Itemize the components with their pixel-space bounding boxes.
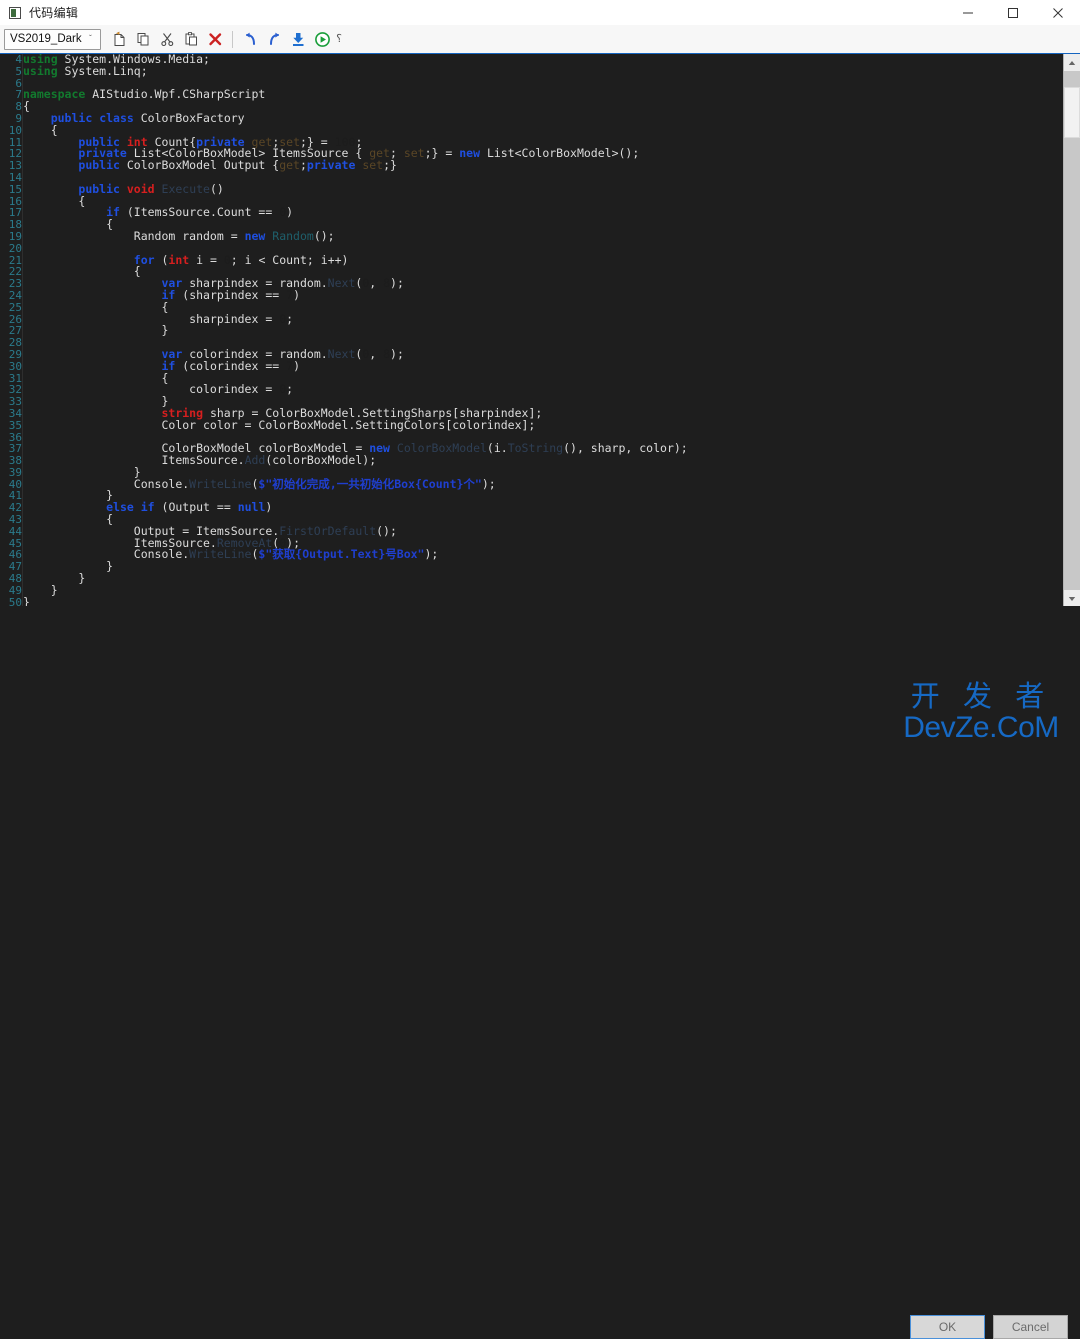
dialog-button-row: OK Cancel — [910, 1315, 1068, 1339]
editor-vertical-scrollbar[interactable] — [1063, 54, 1080, 607]
line-content[interactable]: namespace AIStudio.Wpf.CSharpScript — [23, 89, 688, 101]
code-line: 9 public class ColorBoxFactory — [0, 113, 688, 125]
line-content[interactable]: Console.WriteLine($"获取{Output.Text}号Box"… — [23, 549, 688, 561]
toolbar-separator — [232, 31, 233, 48]
code-line: 13 public ColorBoxModel Output {get;priv… — [0, 160, 688, 172]
titlebar: 代码编辑 — [0, 0, 1080, 26]
theme-select-value: VS2019_Dark — [5, 33, 83, 45]
minimize-button[interactable] — [945, 0, 990, 25]
line-number: 24 — [0, 290, 23, 302]
line-content[interactable]: else if (Output == null) — [23, 502, 688, 514]
code-line: 48 } — [0, 573, 688, 585]
close-button[interactable] — [1035, 0, 1080, 25]
line-number: 15 — [0, 184, 23, 196]
line-content[interactable]: Color color = ColorBoxModel.SettingColor… — [23, 420, 688, 432]
paste-button[interactable] — [180, 28, 202, 50]
save-button[interactable] — [287, 28, 309, 50]
code-lines: 4using System.Windows.Media;5using Syste… — [0, 54, 688, 607]
code-line: 27 } — [0, 325, 688, 337]
line-content[interactable]: using System.Linq; — [23, 66, 688, 78]
code-line: 15 public void Execute() — [0, 184, 688, 196]
code-line: 35 Color color = ColorBoxModel.SettingCo… — [0, 420, 688, 432]
cut-button[interactable] — [156, 28, 178, 50]
line-number: 14 — [0, 172, 23, 184]
window-title: 代码编辑 — [29, 4, 78, 21]
line-number: 34 — [0, 408, 23, 420]
line-number: 20 — [0, 243, 23, 255]
line-content[interactable]: public class ColorBoxFactory — [23, 113, 688, 125]
code-line: 47 } — [0, 561, 688, 573]
app-window-icon — [9, 7, 21, 19]
line-number: 19 — [0, 231, 23, 243]
new-file-button[interactable] — [108, 28, 130, 50]
copy-button[interactable] — [132, 28, 154, 50]
line-content[interactable]: public ColorBoxModel Output {get;private… — [23, 160, 688, 172]
line-number: 35 — [0, 420, 23, 432]
code-line: 5using System.Linq; — [0, 66, 688, 78]
line-content[interactable]: if (ItemsSource.Count == 0) — [23, 207, 688, 219]
chevron-down-icon: ˇ — [83, 35, 100, 43]
line-number: 10 — [0, 125, 23, 137]
line-number: 5 — [0, 66, 23, 78]
code-line: 7namespace AIStudio.Wpf.CSharpScript — [0, 89, 688, 101]
toolbar: VS2019_Dark ˇ — [0, 25, 1080, 54]
line-number: 9 — [0, 113, 23, 125]
line-number: 39 — [0, 467, 23, 479]
maximize-button[interactable] — [990, 0, 1035, 25]
code-line: 19 Random random = new Random(); — [0, 231, 688, 243]
scrollbar-thumb[interactable] — [1064, 87, 1080, 139]
line-number: 49 — [0, 585, 23, 597]
line-content[interactable]: public void Execute() — [23, 184, 688, 196]
bottom-panel: OK Cancel — [0, 606, 1080, 746]
editor-container: 4using System.Windows.Media;5using Syste… — [0, 53, 1080, 607]
undo-button[interactable] — [239, 28, 261, 50]
line-content[interactable]: } — [23, 573, 688, 585]
redo-button[interactable] — [263, 28, 285, 50]
code-line: 49 } — [0, 585, 688, 597]
ok-button[interactable]: OK — [910, 1315, 985, 1339]
line-content[interactable]: Console.WriteLine($"初始化完成,一共初始化Box{Count… — [23, 479, 688, 491]
line-number: 30 — [0, 361, 23, 373]
delete-button[interactable] — [204, 28, 226, 50]
run-button[interactable] — [311, 28, 333, 50]
toolbar-overflow-button[interactable]: ⸮ — [334, 28, 344, 50]
cancel-button[interactable]: Cancel — [993, 1315, 1068, 1339]
line-number: 44 — [0, 526, 23, 538]
line-content[interactable]: } — [23, 585, 688, 597]
code-editor[interactable]: 4using System.Windows.Media;5using Syste… — [0, 54, 1063, 607]
line-content[interactable]: } — [23, 325, 688, 337]
scroll-down-arrow-icon[interactable] — [1064, 590, 1080, 607]
theme-select[interactable]: VS2019_Dark ˇ — [4, 29, 101, 50]
line-number: 25 — [0, 302, 23, 314]
scroll-up-arrow-icon[interactable] — [1064, 54, 1080, 71]
line-number: 29 — [0, 349, 23, 361]
line-content[interactable]: Random random = new Random(); — [23, 231, 688, 243]
code-editor-window: 代码编辑 VS2019_Dark ˇ — [0, 0, 1080, 746]
line-content[interactable]: } — [23, 561, 688, 573]
